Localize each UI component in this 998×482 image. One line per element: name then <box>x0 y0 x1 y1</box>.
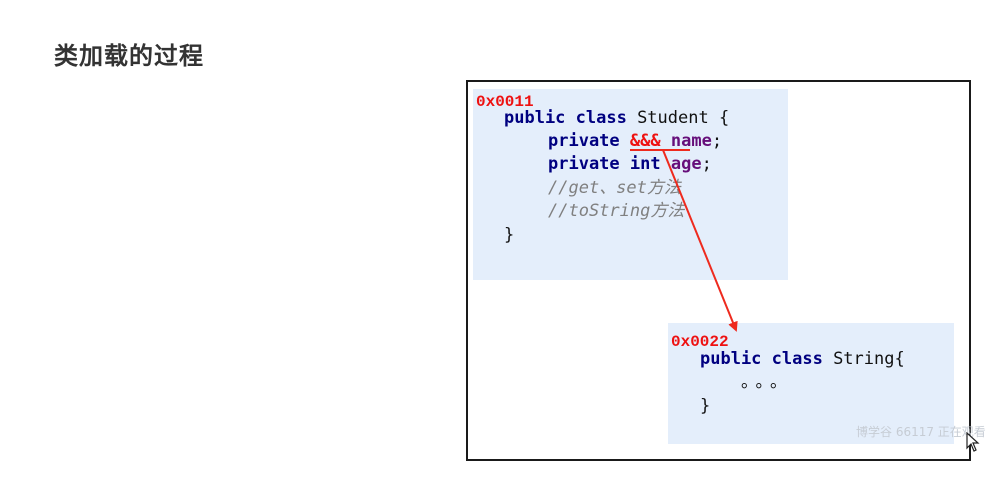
string-class-declaration: public class String{ <box>700 348 905 372</box>
field-age-line: private int age; <box>548 153 712 177</box>
class-name-string: String{ <box>822 349 905 369</box>
mouse-cursor-icon <box>966 432 980 452</box>
class-name-student: Student { <box>626 108 730 128</box>
field-age: age <box>670 154 702 174</box>
comment-getter-setter: //get、set方法 <box>548 178 681 198</box>
semicolon: ; <box>711 131 723 151</box>
semicolon: ; <box>701 154 712 174</box>
student-closing-brace: } <box>504 225 515 245</box>
ellipsis-dots: 。。。 <box>741 372 793 392</box>
comment-tostring: //toString方法 <box>548 201 685 221</box>
string-reference-placeholder: &&& <box>629 131 661 151</box>
field-name-line: private &&& name; <box>548 130 722 154</box>
slide-title: 类加载的过程 <box>54 42 204 70</box>
keyword-public-class: public class <box>700 349 823 369</box>
field-name: name <box>670 131 712 151</box>
keyword-private: private <box>548 131 620 151</box>
student-class-declaration: public class Student { <box>504 107 729 131</box>
diagram-frame: 0x0011 public class Student { private &&… <box>466 80 971 461</box>
student-class-box: 0x0011 public class Student { private &&… <box>473 89 788 280</box>
keyword-public-class: public class <box>504 108 627 128</box>
string-closing-brace: } <box>700 396 711 416</box>
keyword-private-int: private int <box>548 154 661 174</box>
